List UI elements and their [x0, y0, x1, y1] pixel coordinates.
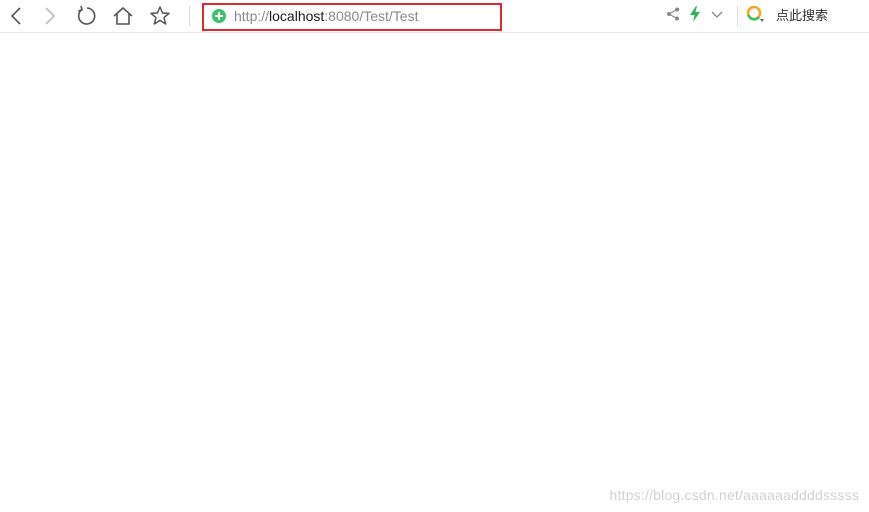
search-box[interactable]: 点此搜索	[746, 4, 828, 24]
lightning-icon	[690, 6, 700, 22]
toolbar-separator	[737, 6, 738, 26]
browser-window: http://localhost:8080/Test/Test 点此搜索 htt…	[0, 0, 869, 512]
forward-button[interactable]	[37, 3, 63, 29]
share-icon	[667, 7, 679, 21]
reload-icon	[77, 5, 96, 25]
home-button[interactable]	[110, 3, 136, 29]
chevron-right-icon	[45, 7, 56, 25]
home-icon	[113, 6, 133, 25]
url-text[interactable]: http://localhost:8080/Test/Test	[234, 7, 418, 25]
reload-button[interactable]	[74, 3, 100, 29]
share-button[interactable]	[664, 5, 682, 23]
url-path: :8080/Test/Test	[324, 8, 419, 24]
watermark-text: https://blog.csdn.net/aaaaaaddddsssss	[609, 487, 859, 503]
favorite-button[interactable]	[147, 3, 173, 29]
search-label: 点此搜索	[776, 7, 829, 23]
toolbar-separator	[189, 6, 190, 26]
page-content: https://blog.csdn.net/aaaaaaddddsssss	[0, 33, 869, 512]
url-host: localhost	[269, 8, 325, 24]
star-icon	[150, 6, 170, 25]
back-button[interactable]	[3, 3, 29, 29]
search-engine-logo-icon	[746, 5, 764, 22]
shield-plus-icon	[212, 9, 226, 23]
address-bar[interactable]: http://localhost:8080/Test/Test	[202, 3, 502, 31]
speed-mode-button[interactable]	[686, 5, 704, 23]
url-scheme: http://	[234, 8, 270, 24]
browser-toolbar: http://localhost:8080/Test/Test 点此搜索	[0, 0, 869, 33]
mode-dropdown-button[interactable]	[708, 5, 726, 23]
chevron-left-icon	[10, 7, 21, 25]
chevron-down-icon	[711, 11, 723, 18]
